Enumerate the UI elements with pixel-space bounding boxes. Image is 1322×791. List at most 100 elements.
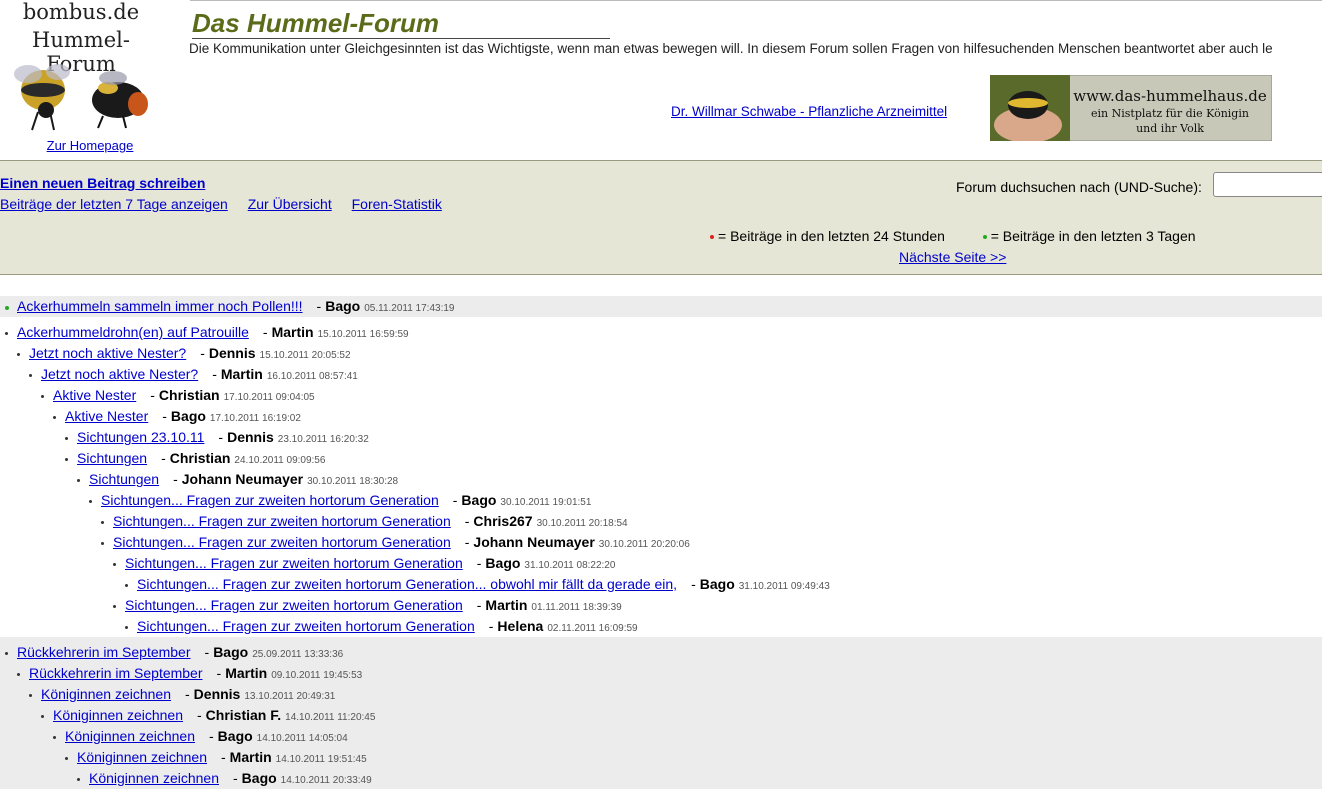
post-date: 30.10.2011 18:30:28 bbox=[307, 476, 399, 487]
bullet-icon bbox=[65, 437, 68, 440]
post-author: Bago bbox=[485, 555, 521, 571]
last-7-days-link[interactable]: Beiträge der letzten 7 Tage anzeigen bbox=[0, 196, 228, 212]
banner-line3: und ihr Volk bbox=[1136, 122, 1204, 135]
green-dot-icon bbox=[982, 235, 987, 240]
post-date: 15.10.2011 20:05:52 bbox=[259, 350, 351, 361]
post-row: Jetzt noch aktive Nester? - Dennis 15.10.20… bbox=[0, 343, 1322, 364]
post-subject-link[interactable]: Königinnen zeichnen bbox=[89, 770, 219, 786]
separator: - bbox=[233, 770, 238, 786]
banner-line1: www.das-hummelhaus.de bbox=[1073, 87, 1267, 105]
hummelhaus-banner[interactable]: www.das-hummelhaus.de ein Nistplatz für … bbox=[990, 75, 1272, 141]
bullet-icon bbox=[29, 694, 32, 697]
next-page-link[interactable]: Nächste Seite >> bbox=[899, 249, 1006, 265]
post-author: Bago bbox=[213, 644, 249, 660]
forum-stats-link[interactable]: Foren-Statistik bbox=[352, 196, 442, 212]
post-subject-link[interactable]: Sichtungen bbox=[77, 450, 147, 466]
post-date: 23.10.2011 16:20:32 bbox=[277, 434, 369, 445]
post-author: Christian bbox=[158, 387, 220, 403]
bullet-icon bbox=[41, 715, 44, 718]
post-subject-link[interactable]: Sichtungen... Fragen zur zweiten hortoru… bbox=[137, 618, 475, 634]
post-author: Martin bbox=[225, 665, 268, 681]
post-row: Ackerhummeldrohn(en) auf Patrouille - Mart… bbox=[0, 322, 1322, 343]
banner-line2: ein Nistplatz für die Königin bbox=[1091, 107, 1249, 120]
post-subject-link[interactable]: Sichtungen... Fragen zur zweiten hortoru… bbox=[125, 555, 463, 571]
post-author: Martin bbox=[271, 324, 314, 340]
forum-toolbar: Einen neuen Beitrag schreiben Beiträge d… bbox=[0, 160, 1322, 275]
separator: - bbox=[218, 429, 224, 445]
post-subject-link[interactable]: Sichtungen... Fragen zur zweiten hortoru… bbox=[125, 597, 463, 613]
post-subject-link[interactable]: Ackerhummeln sammeln immer noch Pollen!!… bbox=[17, 298, 303, 314]
post-author: Helena bbox=[497, 618, 544, 634]
separator: - bbox=[316, 298, 322, 314]
post-date: 31.10.2011 09:49:43 bbox=[738, 581, 830, 592]
bullet-icon bbox=[53, 736, 56, 739]
toolbar-links: Beiträge der letzten 7 Tage anzeigen Zur… bbox=[0, 196, 458, 212]
post-row: Sichtungen... Fragen zur zweiten hortoru… bbox=[0, 553, 1322, 574]
new-post-link[interactable]: Einen neuen Beitrag schreiben bbox=[0, 175, 205, 191]
post-subject-link[interactable]: Sichtungen 23.10.11 bbox=[77, 429, 204, 445]
separator: - bbox=[216, 665, 222, 681]
bullet-icon bbox=[53, 416, 56, 419]
search-input[interactable] bbox=[1213, 172, 1322, 197]
post-subject-link[interactable]: Königinnen zeichnen bbox=[65, 728, 195, 744]
post-author: Martin bbox=[229, 749, 272, 765]
bullet-icon bbox=[41, 395, 44, 398]
post-subject-link[interactable]: Sichtungen bbox=[89, 471, 159, 487]
post-subject-link[interactable]: Ackerhummeldrohn(en) auf Patrouille bbox=[17, 324, 249, 340]
post-row: Königinnen zeichnen - Bago 14.10.2011 14:05… bbox=[0, 726, 1322, 747]
new-post-icon bbox=[5, 306, 9, 310]
post-date: 14.10.2011 19:51:45 bbox=[275, 754, 367, 765]
post-date: 24.10.2011 09:09:56 bbox=[234, 455, 326, 466]
legend-24h: = Beiträge in den letzten 24 Stunden bbox=[718, 228, 945, 244]
post-subject-link[interactable]: Rückkehrerin im September bbox=[17, 644, 191, 660]
post-author: Dennis bbox=[208, 345, 256, 361]
separator: - bbox=[173, 471, 178, 487]
separator: - bbox=[452, 492, 458, 508]
post-date: 31.10.2011 08:22:20 bbox=[524, 560, 616, 571]
post-row: Aktive Nester - Bago 17.10.2011 16:19:02 bbox=[0, 406, 1322, 427]
separator: - bbox=[150, 387, 155, 403]
post-subject-link[interactable]: Sichtungen... Fragen zur zweiten hortoru… bbox=[137, 576, 677, 592]
thread: Rückkehrerin im September - Bago 25.09.2011… bbox=[0, 637, 1322, 789]
post-row: Rückkehrerin im September - Martin 09.10.20… bbox=[0, 663, 1322, 684]
post-row: Königinnen zeichnen - Dennis 13.10.2011 20:… bbox=[0, 684, 1322, 705]
bullet-icon bbox=[125, 584, 128, 587]
post-subject-link[interactable]: Sichtungen... Fragen zur zweiten hortoru… bbox=[113, 513, 451, 529]
post-subject-link[interactable]: Aktive Nester bbox=[65, 408, 148, 424]
separator: - bbox=[212, 366, 217, 382]
post-subject-link[interactable]: Königinnen zeichnen bbox=[77, 749, 207, 765]
post-subject-link[interactable]: Rückkehrerin im September bbox=[29, 665, 203, 681]
post-subject-link[interactable]: Jetzt noch aktive Nester? bbox=[29, 345, 186, 361]
post-author: Christian bbox=[169, 450, 231, 466]
bullet-icon bbox=[113, 605, 116, 608]
separator: - bbox=[209, 728, 214, 744]
post-subject-link[interactable]: Jetzt noch aktive Nester? bbox=[41, 366, 198, 382]
post-date: 14.10.2011 11:20:45 bbox=[285, 712, 376, 723]
overview-link[interactable]: Zur Übersicht bbox=[248, 196, 332, 212]
post-author: Christian F. bbox=[205, 707, 282, 723]
forum-tagline: Die Kommunikation unter Gleichgesinnten … bbox=[189, 41, 1273, 56]
post-subject-link[interactable]: Sichtungen... Fragen zur zweiten hortoru… bbox=[101, 492, 439, 508]
post-row: Sichtungen... Fragen zur zweiten hortoru… bbox=[0, 595, 1322, 616]
post-row: Sichtungen - Johann Neumayer 30.10.2011 18:… bbox=[0, 469, 1322, 490]
post-date: 14.10.2011 20:33:49 bbox=[280, 775, 372, 786]
post-author: Martin bbox=[485, 597, 528, 613]
post-author: Bago bbox=[461, 492, 497, 508]
bullet-icon bbox=[77, 479, 80, 482]
post-row: Sichtungen... Fragen zur zweiten hortoru… bbox=[0, 616, 1322, 637]
separator: - bbox=[197, 707, 202, 723]
sponsor-link[interactable]: Dr. Willmar Schwabe - Pflanzliche Arznei… bbox=[671, 104, 947, 119]
post-subject-link[interactable]: Königinnen zeichnen bbox=[53, 707, 183, 723]
legend: = Beiträge in den letzten 24 Stunden = B… bbox=[708, 228, 1196, 244]
separator: - bbox=[464, 534, 470, 550]
post-author: Martin bbox=[220, 366, 263, 382]
site-logo[interactable]: bombus.de Hummel-Forum bbox=[0, 0, 180, 156]
homepage-link[interactable]: Zur Homepage bbox=[0, 138, 180, 153]
post-row: Sichtungen... Fragen zur zweiten hortoru… bbox=[0, 574, 1322, 595]
post-subject-link[interactable]: Aktive Nester bbox=[53, 387, 136, 403]
post-subject-link[interactable]: Sichtungen... Fragen zur zweiten hortoru… bbox=[113, 534, 451, 550]
post-date: 05.11.2011 17:43:19 bbox=[364, 303, 455, 314]
post-subject-link[interactable]: Königinnen zeichnen bbox=[41, 686, 171, 702]
bullet-icon bbox=[125, 626, 128, 629]
bullet-icon bbox=[89, 500, 92, 503]
